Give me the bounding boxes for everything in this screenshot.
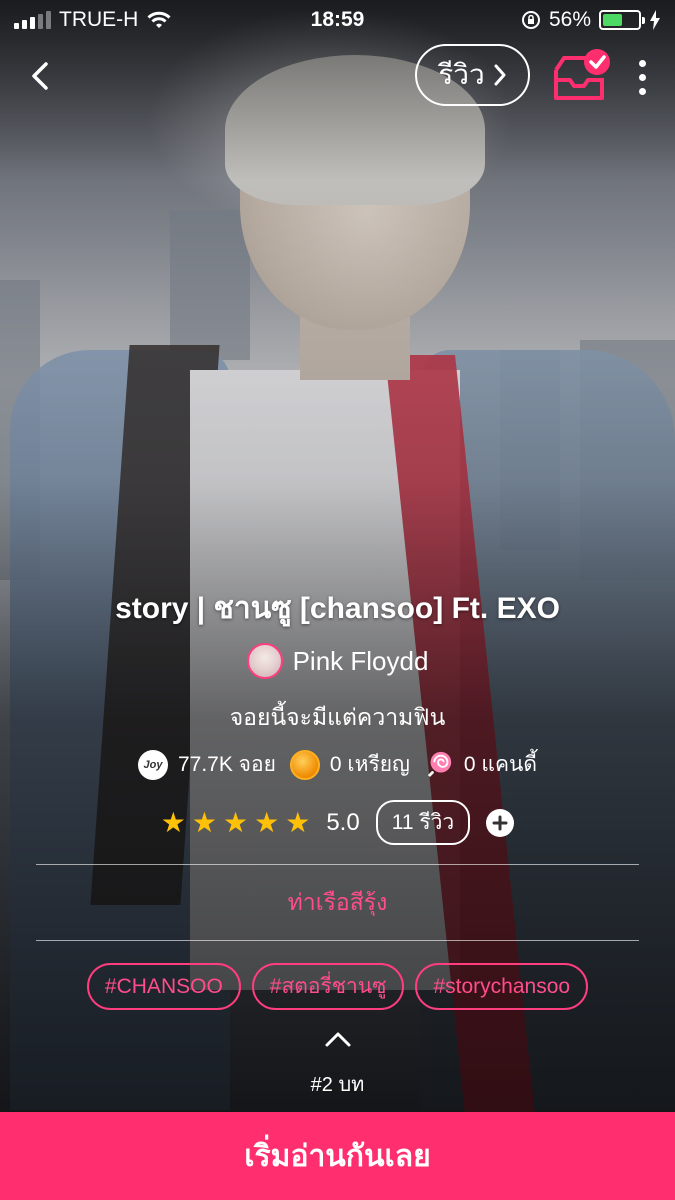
review-button[interactable]: รีวิว: [415, 44, 530, 106]
joy-count: 77.7K จอย: [177, 753, 276, 776]
star-rating: ★ ★ ★ ★ ★: [161, 806, 311, 839]
candy-stat: 0 แคนดี้: [424, 748, 537, 781]
story-title: story | ชานซู [chansoo] Ft. EXO: [115, 592, 560, 625]
add-review-button[interactable]: [486, 808, 515, 837]
inbox-check-icon: [554, 49, 610, 100]
author-link[interactable]: Pink Floydd: [0, 643, 675, 679]
tag-chip[interactable]: #สตอรี่ชานซู: [251, 963, 405, 1010]
more-options-button[interactable]: [630, 52, 654, 102]
tag-chip[interactable]: #CHANSOO: [86, 963, 241, 1010]
chapter-toggle[interactable]: #2 บท: [0, 1025, 675, 1100]
chapter-count: #2 บท: [310, 1074, 365, 1096]
carrier-label: TRUE-H: [59, 8, 139, 31]
battery-percent: 56%: [548, 8, 591, 31]
coin-count: 0 เหรียญ: [329, 753, 410, 776]
chevron-right-icon: [494, 64, 506, 86]
story-stats: Joy 77.7K จอย 0 เหรียญ 0 แคนดี้: [0, 748, 675, 781]
divider: [36, 940, 639, 941]
tag-list: #CHANSOO #สตอรี่ชานซู #storychansoo: [0, 963, 675, 1010]
candy-count: 0 แคนดี้: [463, 753, 538, 776]
star-icon: ★: [254, 807, 280, 838]
story-tagline: จอยนี้จะมีแต่ความฟิน: [229, 704, 446, 730]
joy-icon: Joy: [137, 749, 168, 780]
star-icon: ★: [223, 807, 249, 838]
status-bar: TRUE-H 18:59 56%: [0, 0, 675, 40]
tag-chip[interactable]: #storychansoo: [415, 963, 589, 1010]
star-icon: ★: [160, 807, 186, 838]
rating-value: 5.0: [326, 808, 360, 836]
rating-row: ★ ★ ★ ★ ★ 5.0 11 รีวิว: [0, 800, 675, 845]
back-button[interactable]: [20, 54, 60, 98]
signal-icon: [14, 11, 51, 29]
top-nav: รีวิว: [0, 44, 675, 108]
clock: 18:59: [310, 8, 365, 31]
review-count-button[interactable]: 11 รีวิว: [375, 800, 471, 845]
coin-icon: [289, 749, 320, 780]
plus-icon: [492, 815, 508, 830]
review-button-label: รีวิว: [438, 59, 485, 90]
library-button[interactable]: [550, 48, 610, 104]
rotation-lock-icon: [521, 11, 540, 29]
wifi-icon: [147, 11, 171, 28]
coin-stat: 0 เหรียญ: [289, 748, 410, 781]
chevron-up-icon: [325, 1032, 350, 1047]
author-name: Pink Floydd: [292, 645, 429, 676]
joy-stat: Joy 77.7K จอย: [137, 748, 276, 781]
star-icon: ★: [191, 807, 217, 838]
divider: [36, 864, 639, 865]
lollipop-icon: [425, 751, 452, 780]
star-icon: ★: [285, 807, 311, 838]
chevron-left-icon: [32, 62, 48, 90]
start-reading-button[interactable]: เริ่มอ่านกันเลย: [0, 1112, 675, 1200]
author-avatar: [246, 643, 283, 679]
charging-icon: [650, 10, 660, 30]
battery-icon: [599, 10, 645, 30]
category-link[interactable]: ท่าเรือสีรุ้ง: [0, 885, 675, 921]
more-vertical-icon: [638, 59, 646, 67]
